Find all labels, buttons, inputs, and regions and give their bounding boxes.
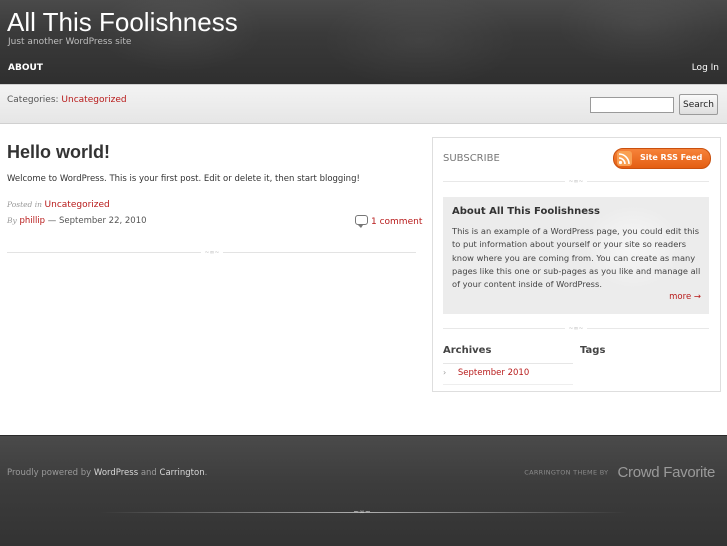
site-header: All This Foolishness Just another WordPr… [0, 0, 727, 84]
rss-icon [617, 151, 632, 166]
site-footer: Proudly powered by WordPress and Carring… [0, 435, 727, 546]
post-body: Welcome to WordPress. This is your first… [7, 174, 360, 184]
archive-list-item: › September 2010 [443, 368, 529, 378]
category-uncategorized-link[interactable]: Uncategorized [61, 95, 126, 105]
posted-in-label: Posted in [7, 200, 42, 209]
footer-ornament-icon: ~∞~ [353, 508, 371, 516]
search-input[interactable] [590, 97, 674, 113]
nav-about-link[interactable]: ABOUT [8, 63, 43, 73]
site-tagline: Just another WordPress site [8, 37, 132, 47]
login-link[interactable]: Log In [692, 63, 719, 73]
author-link[interactable]: phillip [19, 216, 45, 226]
archives-rule [443, 363, 573, 364]
post-category-meta: Posted in Uncategorized [7, 200, 110, 210]
footer-powered-text: Proudly powered by [7, 468, 92, 478]
categories-label-text: Categories: [7, 95, 59, 105]
wordpress-link[interactable]: WordPress [94, 468, 138, 478]
subscribe-heading: SUBSCRIBE [443, 153, 500, 164]
by-label: By [7, 216, 17, 225]
about-more-link[interactable]: more → [669, 292, 701, 302]
archive-september-2010-link[interactable]: September 2010 [458, 368, 529, 378]
footer-and-text: and [140, 468, 157, 478]
crowd-favorite-badge-link[interactable]: CARRINGTON THEME BY Crowd Favorite [524, 462, 715, 481]
date-separator: — [47, 216, 57, 226]
archives-rule [443, 384, 573, 385]
footer-period: . [204, 468, 208, 478]
comments-link[interactable]: 1 comment [355, 215, 423, 228]
search-button[interactable]: Search [679, 94, 718, 115]
divider-ornament-icon: ~∞~ [201, 250, 223, 255]
site-title-link[interactable]: All This Foolishness [7, 7, 238, 38]
tags-heading: Tags [580, 345, 606, 356]
sidebar-ornament-icon: ~∞~ [565, 326, 587, 331]
carrington-theme-by-text: CARRINGTON THEME BY [524, 468, 609, 477]
categories-label: Categories: Uncategorized [7, 95, 127, 105]
category-bar: Categories: Uncategorized Search [0, 84, 727, 124]
chevron-right-icon: › [443, 368, 447, 377]
comment-bubble-icon [355, 215, 368, 228]
rss-button-label: Site RSS Feed [640, 153, 703, 162]
post-byline: By phillip — September 22, 2010 [7, 216, 147, 226]
crowd-favorite-logo: Crowd Favorite [617, 464, 716, 481]
about-widget: About All This Foolishness This is an ex… [443, 197, 709, 314]
post-title-link[interactable]: Hello world! [7, 142, 110, 163]
about-widget-title: About All This Foolishness [452, 206, 600, 217]
sidebar-ornament-icon: ~∞~ [565, 179, 587, 184]
footer-credits: Proudly powered by WordPress and Carring… [7, 468, 207, 478]
comments-count: 1 comment [371, 217, 423, 227]
archives-heading: Archives [443, 345, 492, 356]
about-widget-text: This is an example of a WordPress page, … [452, 226, 701, 290]
rss-feed-button[interactable]: Site RSS Feed [613, 148, 711, 169]
carrington-link[interactable]: Carrington [160, 468, 205, 478]
post-date: September 22, 2010 [58, 216, 147, 226]
post-category-link[interactable]: Uncategorized [45, 200, 110, 210]
